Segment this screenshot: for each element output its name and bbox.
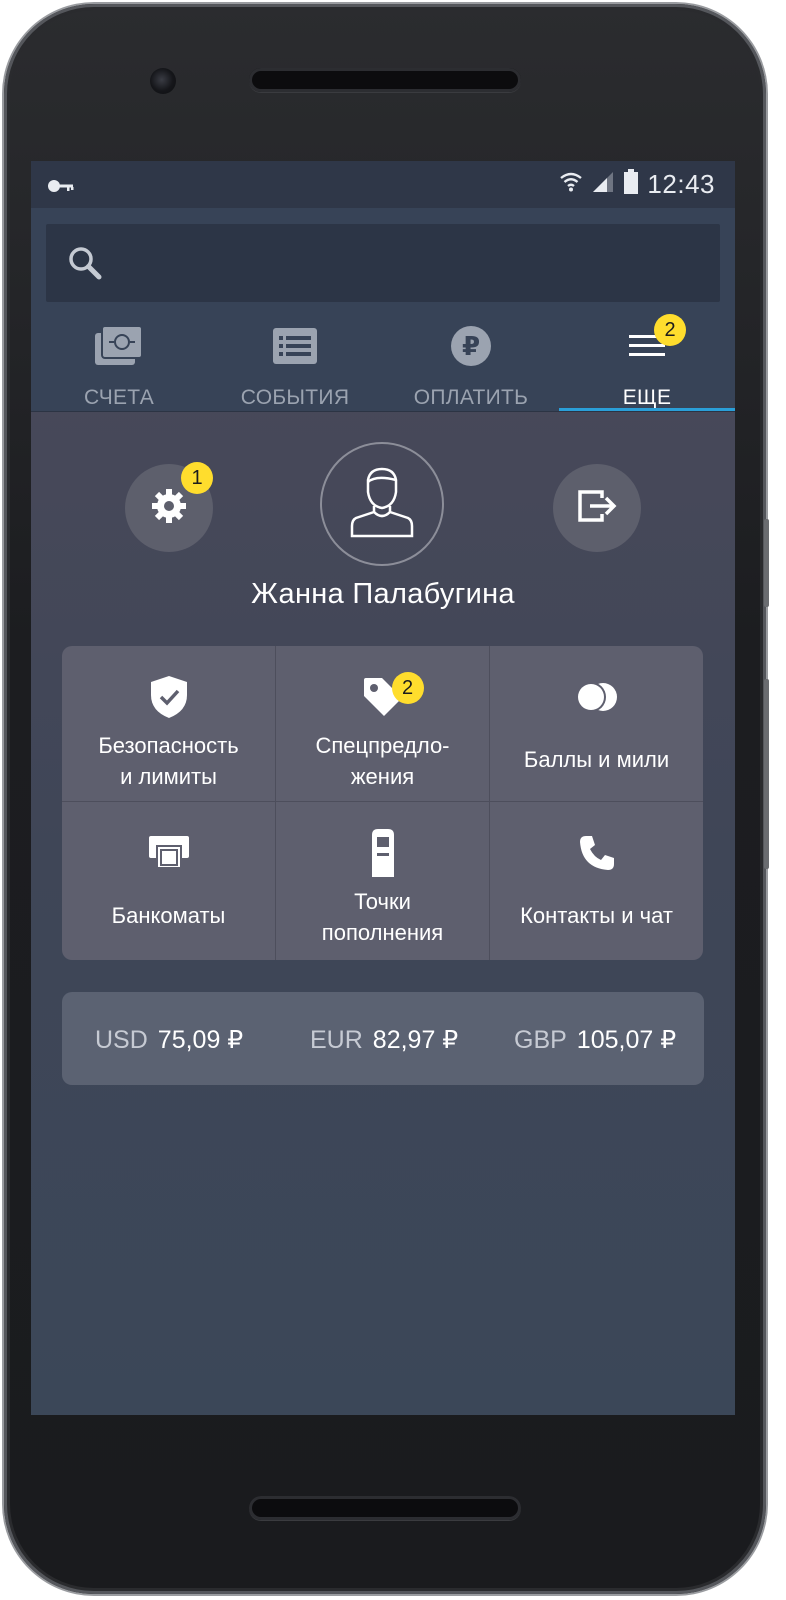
status-bar: 12:43 bbox=[31, 161, 735, 208]
app-screen: 12:43 СЧЕТА СОБЫТИЯ ₽ ОПЛАТИТЬ 2 ЕЩЕ 1 Ж… bbox=[31, 161, 735, 1415]
menu-security[interactable]: Безопасность и лимиты bbox=[62, 646, 275, 801]
search-bar[interactable] bbox=[46, 224, 720, 302]
key-icon bbox=[47, 179, 75, 198]
tab-more[interactable]: 2 ЕЩЕ bbox=[559, 314, 735, 412]
rate-usd: USD 75,09 ₽ bbox=[95, 1025, 243, 1055]
menu-contacts[interactable]: Контакты и чат bbox=[490, 802, 703, 960]
settings-badge: 1 bbox=[181, 462, 213, 494]
menu-points[interactable]: Баллы и мили bbox=[490, 646, 703, 801]
menu-offers-line1: Спецпредло- bbox=[315, 733, 450, 758]
settings-button[interactable]: 1 bbox=[125, 462, 213, 552]
tab-pay[interactable]: ₽ ОПЛАТИТЬ bbox=[383, 318, 559, 412]
gear-icon bbox=[149, 486, 189, 531]
avatar[interactable] bbox=[320, 442, 444, 566]
user-icon bbox=[350, 466, 414, 543]
main-tabs: СЧЕТА СОБЫТИЯ ₽ ОПЛАТИТЬ 2 ЕЩЕ bbox=[31, 314, 735, 412]
menu-security-line1: Безопасность bbox=[98, 733, 239, 758]
logout-icon bbox=[576, 488, 618, 529]
front-camera bbox=[150, 68, 176, 94]
phone-icon bbox=[578, 830, 616, 876]
tab-label: ЕЩЕ bbox=[622, 386, 672, 409]
terminal-icon bbox=[368, 829, 398, 877]
menu-topup-line1: Точки bbox=[354, 889, 411, 914]
menu-offers[interactable]: 2 Спецпредло- жения bbox=[276, 646, 489, 801]
ruble-icon: ₽ bbox=[450, 322, 492, 370]
menu-topup[interactable]: Точки пополнения bbox=[276, 802, 489, 960]
coins-icon bbox=[575, 674, 619, 720]
volume-button bbox=[764, 679, 769, 869]
user-name: Жанна Палабугина bbox=[251, 578, 515, 610]
rate-value: 105,07 ₽ bbox=[576, 1026, 677, 1054]
profile-section: 1 Жанна Палабугина bbox=[31, 412, 735, 622]
atm-icon bbox=[148, 830, 189, 876]
menu-grid: Безопасность и лимиты 2 Спецпредло- жени… bbox=[62, 646, 703, 960]
top-speaker bbox=[249, 68, 521, 92]
menu-security-line2: и лимиты bbox=[120, 764, 217, 789]
rate-eur: EUR 82,97 ₽ bbox=[310, 1025, 458, 1055]
top-bar: СЧЕТА СОБЫТИЯ ₽ ОПЛАТИТЬ 2 ЕЩЕ bbox=[31, 208, 735, 412]
clock: 12:43 bbox=[647, 169, 715, 199]
search-input[interactable] bbox=[122, 242, 706, 284]
svg-text:₽: ₽ bbox=[462, 332, 480, 362]
offers-badge: 2 bbox=[391, 672, 424, 704]
menu-offers-line2: жения bbox=[350, 764, 415, 789]
wifi-icon bbox=[559, 170, 583, 199]
logout-button[interactable] bbox=[553, 464, 641, 552]
menu-points-label: Баллы и мили bbox=[523, 747, 670, 772]
search-icon[interactable] bbox=[66, 244, 104, 287]
rate-currency: EUR bbox=[310, 1026, 363, 1054]
events-list-icon bbox=[272, 322, 318, 370]
menu-atms-label: Банкоматы bbox=[111, 903, 226, 928]
tab-label: СОБЫТИЯ bbox=[240, 386, 350, 409]
accounts-icon bbox=[93, 322, 145, 370]
tag-icon: 2 bbox=[362, 672, 424, 720]
exchange-rates[interactable]: USD 75,09 ₽ EUR 82,97 ₽ GBP 105,07 ₽ bbox=[62, 992, 704, 1085]
battery-icon bbox=[623, 169, 639, 200]
rate-gbp: GBP 105,07 ₽ bbox=[514, 1025, 676, 1055]
menu-icon: 2 bbox=[627, 314, 686, 370]
rate-currency: USD bbox=[95, 1026, 148, 1054]
menu-contacts-label: Контакты и чат bbox=[520, 903, 673, 928]
menu-topup-line2: пополнения bbox=[321, 920, 444, 945]
menu-atms[interactable]: Банкоматы bbox=[62, 802, 275, 960]
tab-events[interactable]: СОБЫТИЯ bbox=[207, 318, 383, 412]
more-badge: 2 bbox=[654, 314, 686, 346]
rate-value: 75,09 ₽ bbox=[157, 1026, 244, 1054]
signal-icon bbox=[591, 170, 615, 199]
rate-currency: GBP bbox=[514, 1026, 567, 1054]
power-button bbox=[764, 519, 769, 607]
tab-accounts[interactable]: СЧЕТА bbox=[31, 318, 207, 412]
tab-label: СЧЕТА bbox=[83, 386, 155, 409]
rate-value: 82,97 ₽ bbox=[372, 1026, 459, 1054]
shield-icon bbox=[150, 674, 188, 720]
tab-label: ОПЛАТИТЬ bbox=[413, 386, 529, 409]
bottom-speaker bbox=[249, 1496, 521, 1520]
